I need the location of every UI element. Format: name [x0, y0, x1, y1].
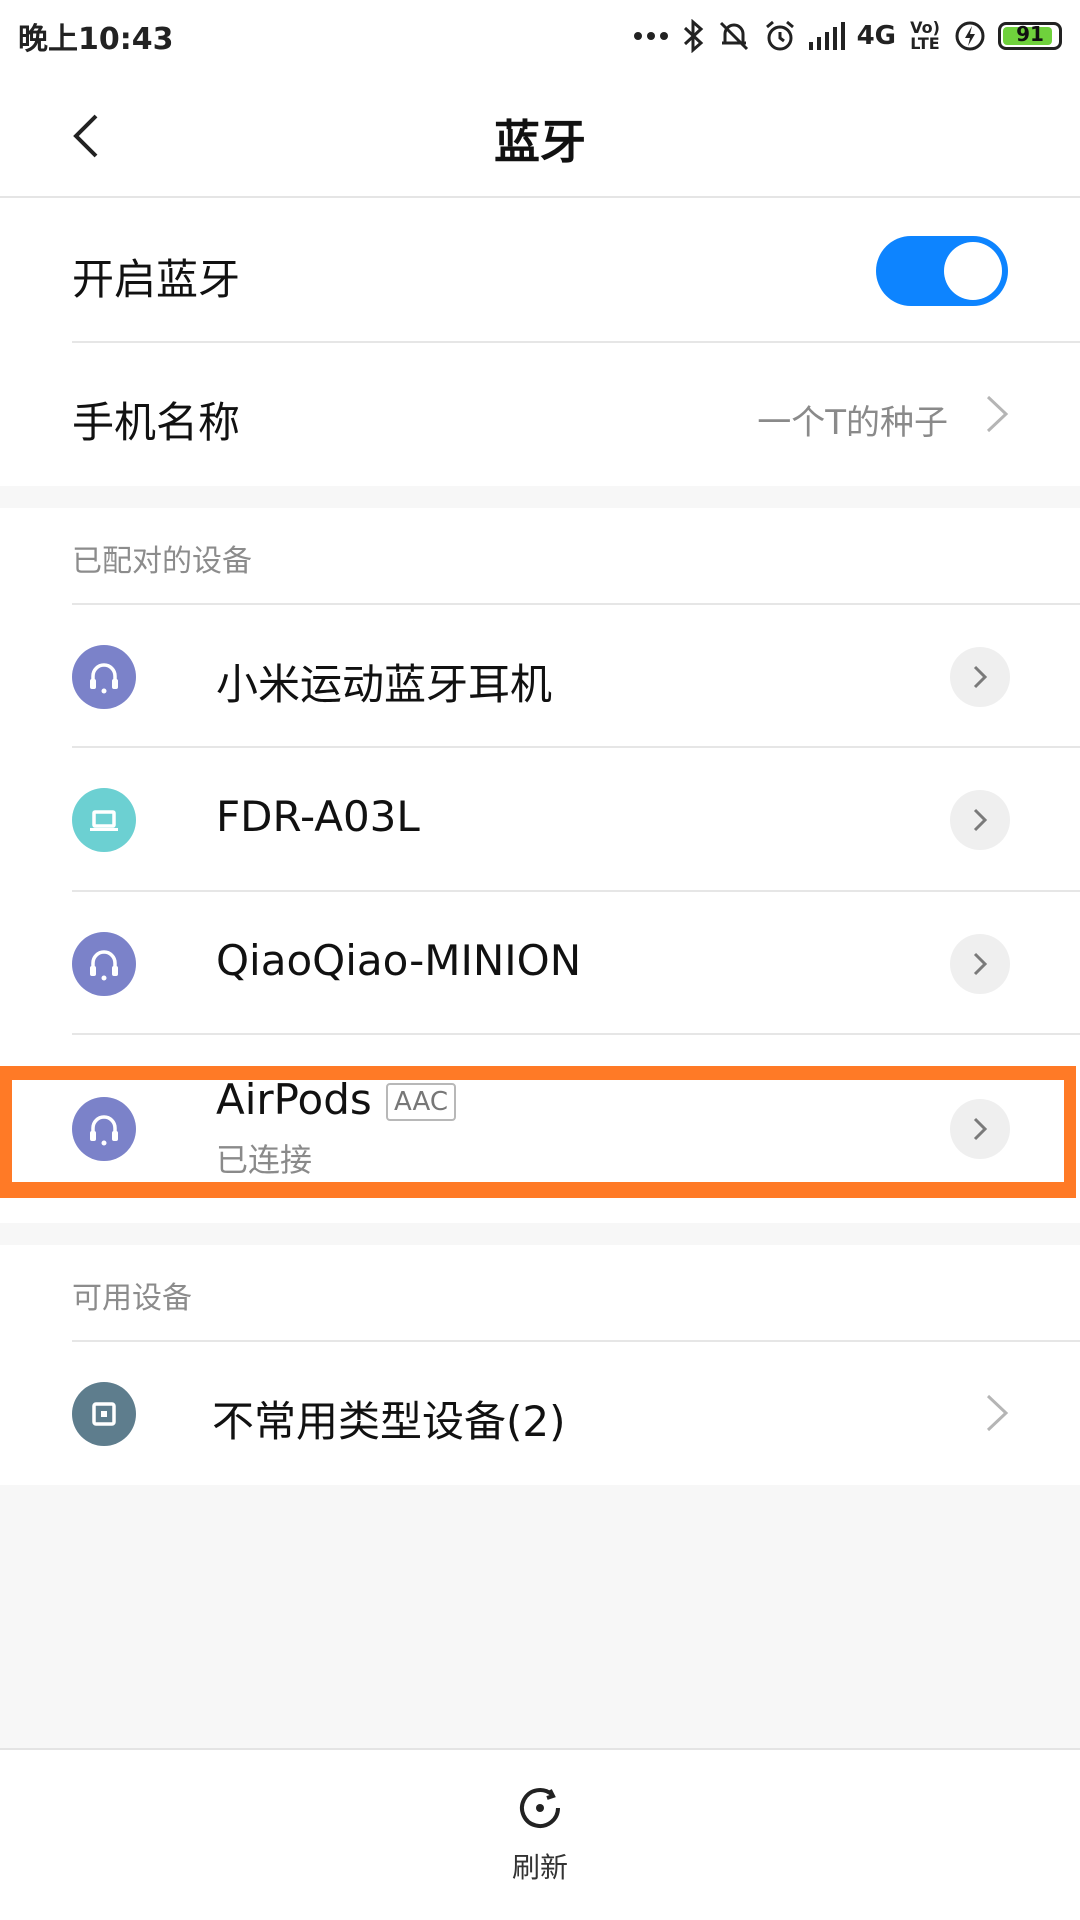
codec-badge: AAC [386, 1083, 456, 1121]
device-name: QiaoQiao-MINION [216, 936, 582, 985]
chevron-right-icon [973, 808, 988, 832]
paired-section-header: 已配对的设备 [72, 544, 252, 579]
bluetooth-switch[interactable] [876, 236, 1008, 306]
more-dots-icon [633, 32, 668, 40]
refresh-label: 刷新 [511, 1851, 568, 1884]
available-section-header: 可用设备 [72, 1281, 192, 1316]
device-detail-button[interactable] [950, 790, 1010, 850]
device-name: 小米运动蓝牙耳机 [216, 660, 553, 709]
paired-device-row[interactable]: FDR-A03L [72, 748, 1080, 892]
chevron-right-icon [973, 665, 988, 689]
paired-device-row[interactable]: QiaoQiao-MINION [72, 892, 1080, 1035]
device-name: FDR-A03L [216, 792, 420, 841]
headset-icon [72, 1097, 136, 1161]
available-devices-card: 可用设备 不常用类型设备(2) [0, 1245, 1080, 1485]
status-icons: 4G Vo) LTE 91 [633, 19, 1062, 53]
refresh-button[interactable]: 刷新 [480, 1780, 600, 1900]
chevron-right-icon [973, 952, 988, 976]
bluetooth-toggle-label: 开启蓝牙 [72, 255, 241, 304]
charging-icon [955, 21, 985, 51]
bottom-bar: 刷新 [0, 1748, 1080, 1920]
switch-knob [944, 242, 1002, 300]
headset-icon [72, 645, 136, 709]
battery-icon: 91 [998, 22, 1062, 50]
paired-device-row[interactable]: 小米运动蓝牙耳机 [72, 605, 1080, 748]
paired-devices-card: 已配对的设备 小米运动蓝牙耳机 FDR-A03L QiaoQiao-MINION [0, 508, 1080, 1223]
bluetooth-toggle-row[interactable]: 开启蓝牙 [72, 198, 1080, 343]
bluetooth-icon [683, 19, 703, 53]
page-title: 蓝牙 [494, 115, 586, 169]
unknown-device-icon [72, 1382, 136, 1446]
laptop-icon [72, 788, 136, 852]
bluetooth-settings-card: 开启蓝牙 手机名称 一个T的种子 [0, 198, 1080, 486]
status-bar: 晚上10:43 4G Vo) LTE 91 [0, 0, 1080, 72]
signal-icon [808, 22, 845, 50]
paired-device-row-airpods[interactable]: AirPods AAC 已连接 [72, 1035, 1080, 1223]
phone-name-value: 一个T的种子 [757, 403, 948, 443]
alarm-icon [765, 20, 794, 51]
refresh-icon [520, 1788, 560, 1829]
volte-label: Vo) LTE [910, 18, 940, 53]
headset-icon [72, 932, 136, 996]
device-name: AirPods [216, 1075, 372, 1124]
device-detail-button[interactable] [950, 1099, 1010, 1159]
phone-name-label: 手机名称 [72, 398, 241, 447]
network-type: 4G [856, 21, 896, 51]
connection-status: 已连接 [216, 1141, 313, 1179]
device-detail-button[interactable] [950, 934, 1010, 994]
status-time: 晚上10:43 [18, 22, 174, 57]
chevron-right-icon [986, 1394, 1009, 1432]
chevron-right-icon [973, 1117, 988, 1141]
chevron-right-icon [986, 395, 1009, 433]
available-device-row[interactable]: 不常用类型设备(2) [72, 1342, 1080, 1485]
device-name: 不常用类型设备(2) [212, 1397, 566, 1446]
device-detail-button[interactable] [950, 647, 1010, 707]
battery-level: 91 [1016, 22, 1044, 46]
title-bar: 蓝牙 [0, 72, 1080, 198]
mute-bell-icon [719, 21, 748, 51]
phone-name-row[interactable]: 手机名称 一个T的种子 [72, 343, 1080, 486]
